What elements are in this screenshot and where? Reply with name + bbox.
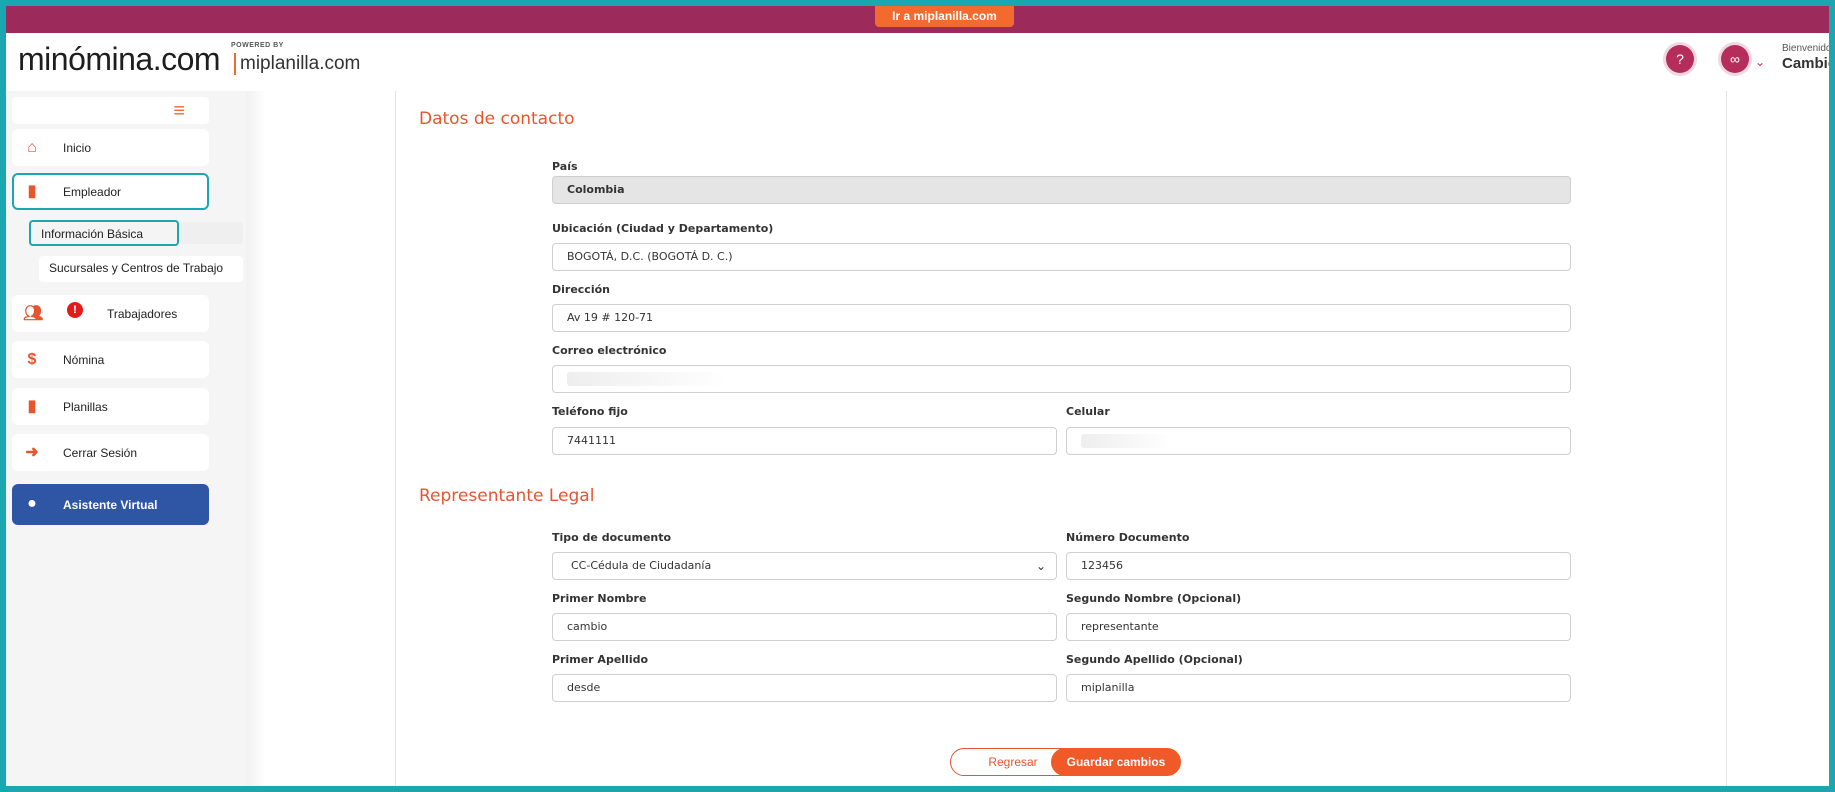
- redacted-value: [567, 372, 727, 386]
- sidebar-item-planillas[interactable]: ▮ Planillas: [12, 388, 209, 425]
- clipboard-icon: ▮: [27, 398, 37, 415]
- chat-icon: ●: [27, 495, 37, 512]
- dollar-icon: $: [27, 351, 37, 368]
- correo-label: Correo electrónico: [552, 344, 667, 357]
- go-to-miplanilla-button[interactable]: Ir a miplanilla.com: [875, 6, 1014, 27]
- subitem-informacion-basica[interactable]: Información Básica: [29, 220, 179, 246]
- logo-powered-by: POWERED BY: [231, 42, 284, 49]
- direccion-label: Dirección: [552, 283, 610, 296]
- chevron-down-icon: ⌄: [1035, 559, 1046, 573]
- logout-icon: ➜: [25, 444, 39, 461]
- telefono-field[interactable]: 7441111: [552, 427, 1057, 455]
- guardar-cambios-button[interactable]: Guardar cambios: [1051, 748, 1181, 776]
- ubicacion-label: Ubicación (Ciudad y Departamento): [552, 222, 774, 235]
- sidebar-item-label: Planillas: [63, 400, 108, 414]
- tipo-doc-select[interactable]: CC-Cédula de Ciudadanía ⌄: [552, 552, 1057, 580]
- top-bar: Ir a miplanilla.com: [6, 6, 1829, 33]
- section-title-representante: Representante Legal: [419, 486, 595, 506]
- logo-minomina[interactable]: minómina.com: [18, 41, 221, 78]
- users-icon: 👥︎: [23, 305, 44, 322]
- sidebar: ≡ ⌂ Inicio ▮ Empleador Información Básic…: [6, 91, 246, 786]
- primer-nombre-field[interactable]: cambio: [552, 613, 1057, 641]
- sidebar-item-nomina[interactable]: $ Nómina: [12, 341, 209, 378]
- home-icon: ⌂: [27, 139, 37, 156]
- segundo-apellido-field[interactable]: miplanilla: [1066, 674, 1571, 702]
- chevron-down-icon[interactable]: ⌄: [1755, 55, 1765, 69]
- section-title-contacto: Datos de contacto: [419, 109, 575, 129]
- sidebar-shadow: [246, 91, 266, 786]
- alert-icon: !: [67, 302, 83, 318]
- sidebar-item-cerrar-sesion[interactable]: ➜ Cerrar Sesión: [12, 434, 209, 471]
- sidebar-item-label: Asistente Virtual: [63, 498, 158, 512]
- welcome-label: Bienvenido: [1782, 43, 1829, 54]
- sidebar-item-label: Cerrar Sesión: [63, 446, 138, 460]
- hamburger-icon[interactable]: ≡: [173, 101, 185, 121]
- celular-field[interactable]: [1066, 427, 1571, 455]
- sidebar-item-asistente-virtual[interactable]: ● Asistente Virtual: [12, 484, 209, 525]
- celular-label: Celular: [1066, 405, 1110, 418]
- user-avatar-icon[interactable]: ∞: [1721, 45, 1749, 73]
- tipo-doc-label: Tipo de documento: [552, 531, 672, 544]
- telefono-label: Teléfono fijo: [552, 405, 628, 418]
- subitem-highlight: [179, 222, 243, 244]
- correo-field[interactable]: [552, 365, 1571, 393]
- sidebar-item-label: Nómina: [63, 353, 105, 367]
- primer-apellido-field[interactable]: desde: [552, 674, 1057, 702]
- building-icon: ▮: [27, 183, 37, 200]
- sidebar-item-label: Trabajadores: [107, 307, 178, 321]
- sidebar-item-empleador[interactable]: ▮ Empleador: [12, 173, 209, 210]
- subitem-sucursales[interactable]: Sucursales y Centros de Trabajo: [39, 256, 243, 282]
- help-icon[interactable]: ?: [1666, 45, 1694, 73]
- menu-toggle[interactable]: ≡: [12, 97, 209, 124]
- primer-nombre-label: Primer Nombre: [552, 592, 647, 605]
- sidebar-item-label: Inicio: [63, 141, 92, 155]
- logo-miplanilla: miplanilla.com: [234, 53, 360, 75]
- sidebar-item-label: Empleador: [63, 185, 122, 199]
- sidebar-item-inicio[interactable]: ⌂ Inicio: [12, 129, 209, 166]
- pais-label: País: [552, 160, 578, 173]
- user-name: Cambio: [1782, 55, 1829, 72]
- header: minómina.com POWERED BY miplanilla.com ?…: [6, 33, 1829, 91]
- segundo-apellido-label: Segundo Apellido (Opcional): [1066, 653, 1243, 666]
- tipo-doc-value: CC-Cédula de Ciudadanía: [571, 559, 712, 572]
- content-border-left: [395, 91, 396, 786]
- segundo-nombre-label: Segundo Nombre (Opcional): [1066, 592, 1242, 605]
- num-doc-field[interactable]: 123456: [1066, 552, 1571, 580]
- pais-field: Colombia: [552, 176, 1571, 204]
- segundo-nombre-field[interactable]: representante: [1066, 613, 1571, 641]
- num-doc-label: Número Documento: [1066, 531, 1190, 544]
- ubicacion-field[interactable]: BOGOTÁ, D.C. (BOGOTÁ D. C.): [552, 243, 1571, 271]
- sidebar-item-trabajadores[interactable]: 👥︎ ! Trabajadores: [12, 295, 209, 332]
- direccion-field[interactable]: Av 19 # 120-71: [552, 304, 1571, 332]
- primer-apellido-label: Primer Apellido: [552, 653, 649, 666]
- app-window: Ir a miplanilla.com minómina.com POWERED…: [6, 6, 1829, 786]
- content-border-right: [1726, 91, 1727, 786]
- redacted-value: [1081, 434, 1171, 448]
